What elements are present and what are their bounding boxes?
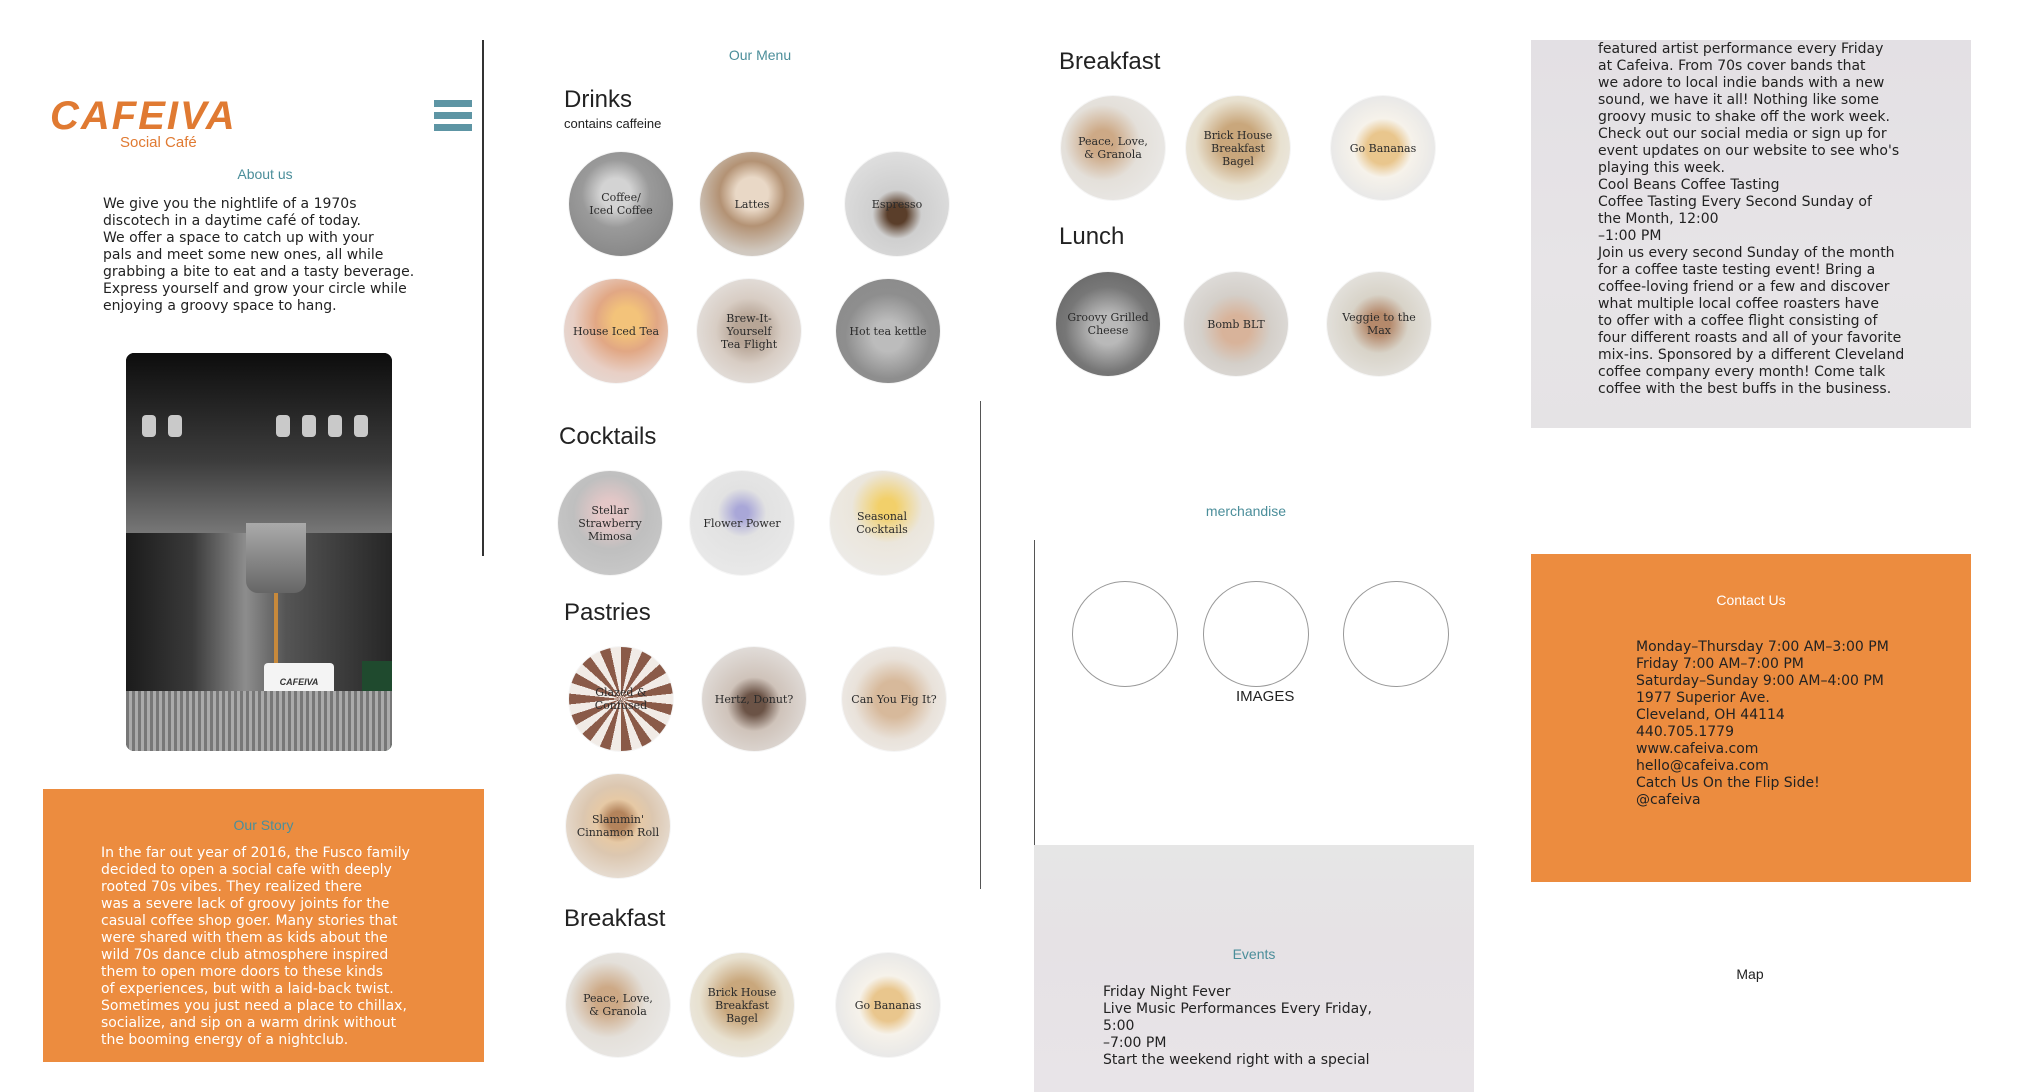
menu-item-tea-flight[interactable]: Brew-It-Yourself Tea Flight — [697, 279, 801, 383]
menu-item-bomb-blt[interactable]: Bomb BLT — [1184, 272, 1288, 376]
contact-social-handle[interactable]: @cafeiva — [1636, 792, 1971, 809]
menu-item-granola[interactable]: Peace, Love, & Granola — [566, 953, 670, 1057]
contact-heading: Contact Us — [1716, 592, 1786, 608]
merch-image-placeholder[interactable] — [1343, 581, 1449, 687]
lunch-title: Lunch — [1059, 223, 1125, 250]
menu-item-breakfast-bagel[interactable]: Brick House Breakfast Bagel — [690, 953, 794, 1057]
contact-info: Monday–Thursday 7:00 AM–3:00 PM Friday 7… — [1636, 639, 1971, 809]
drinks-subtitle: contains caffeine — [564, 116, 662, 131]
contact-website[interactable]: www.cafeiva.com — [1636, 741, 1971, 758]
menu-item-house-iced-tea[interactable]: House Iced Tea — [564, 279, 668, 383]
our-story-heading: Our Story — [233, 817, 294, 833]
menu-item-go-bananas[interactable]: Go Bananas — [1331, 96, 1435, 200]
contact-box: Contact Us Monday–Thursday 7:00 AM–3:00 … — [1531, 554, 1971, 882]
contact-hours-weekend: Saturday–Sunday 9:00 AM–4:00 PM — [1636, 673, 1884, 689]
contact-hours-weekday: Monday–Thursday 7:00 AM–3:00 PM — [1636, 639, 1889, 655]
cup-logo-text: CAFEIVA — [279, 677, 319, 687]
menu-item-grilled-cheese[interactable]: Groovy Grilled Cheese — [1056, 272, 1160, 376]
events-heading: Events — [1232, 946, 1276, 962]
menu-item-coffee[interactable]: Coffee/ Iced Coffee — [569, 152, 673, 256]
images-label: IMAGES — [1236, 688, 1295, 705]
divider-line — [482, 40, 484, 556]
menu-item-lattes[interactable]: Lattes — [700, 152, 804, 256]
about-heading: About us — [237, 166, 293, 182]
contact-phone[interactable]: 440.705.1779 — [1636, 724, 1971, 741]
events-box: Events Friday Night Fever Live Music Per… — [1034, 845, 1474, 1092]
hamburger-menu-icon[interactable] — [434, 100, 472, 142]
menu-item-seasonal-cocktails[interactable]: Seasonal Cocktails — [830, 471, 934, 575]
menu-heading: Our Menu — [728, 47, 792, 63]
breakfast-title: Breakfast — [1059, 48, 1161, 75]
contact-hours-friday: Friday 7:00 AM–7:00 PM — [1636, 656, 1804, 672]
pastries-title: Pastries — [564, 599, 651, 626]
events-text: Friday Night Fever Live Music Performanc… — [1103, 984, 1372, 1068]
event-details-text: featured artist performance every Friday… — [1598, 41, 1905, 397]
menu-item-glazed-confused[interactable]: Glazed & Confused — [569, 647, 673, 751]
map-placeholder[interactable]: Map — [1730, 966, 1770, 982]
menu-item-flower-power[interactable]: Flower Power — [690, 471, 794, 575]
merch-image-placeholder[interactable] — [1203, 581, 1309, 687]
menu-item-hot-tea-kettle[interactable]: Hot tea kettle — [836, 279, 940, 383]
menu-item-go-bananas[interactable]: Go Bananas — [836, 953, 940, 1057]
drinks-title: Drinks — [564, 86, 633, 113]
our-story-box: Our Story In the far out year of 2016, t… — [43, 789, 484, 1062]
breakfast-title-menu: Breakfast — [564, 905, 666, 932]
divider-line — [980, 401, 981, 889]
menu-item-cinnamon-roll[interactable]: Slammin' Cinnamon Roll — [566, 774, 670, 878]
menu-item-strawberry-mimosa[interactable]: Stellar Strawberry Mimosa — [558, 471, 662, 575]
contact-email[interactable]: hello@cafeiva.com — [1636, 758, 1971, 775]
logo-subtitle: Social Café — [120, 134, 197, 151]
contact-address-city: Cleveland, OH 44114 — [1636, 707, 1785, 723]
event-details-card: featured artist performance every Friday… — [1531, 40, 1971, 428]
menu-item-breakfast-bagel[interactable]: Brick House Breakfast Bagel — [1186, 96, 1290, 200]
menu-item-hertz-donut[interactable]: Hertz, Donut? — [702, 647, 806, 751]
menu-item-granola[interactable]: Peace, Love, & Granola — [1061, 96, 1165, 200]
our-story-text: In the far out year of 2016, the Fusco f… — [101, 845, 410, 1048]
menu-item-fig[interactable]: Can You Fig It? — [842, 647, 946, 751]
contact-address-street: 1977 Superior Ave. — [1636, 690, 1770, 706]
espresso-machine-photo: CAFEIVA — [126, 353, 392, 751]
menu-item-veggie-max[interactable]: Veggie to the Max — [1327, 272, 1431, 376]
merch-image-placeholder[interactable] — [1072, 581, 1178, 687]
merchandise-heading: merchandise — [1205, 503, 1287, 519]
menu-item-espresso[interactable]: Espresso — [845, 152, 949, 256]
cafeiva-logo[interactable]: CAFEIVA — [50, 96, 237, 136]
contact-tagline: Catch Us On the Flip Side! — [1636, 775, 1820, 791]
about-text: We give you the nightlife of a 1970s dis… — [103, 196, 415, 314]
cocktails-title: Cocktails — [559, 423, 657, 450]
